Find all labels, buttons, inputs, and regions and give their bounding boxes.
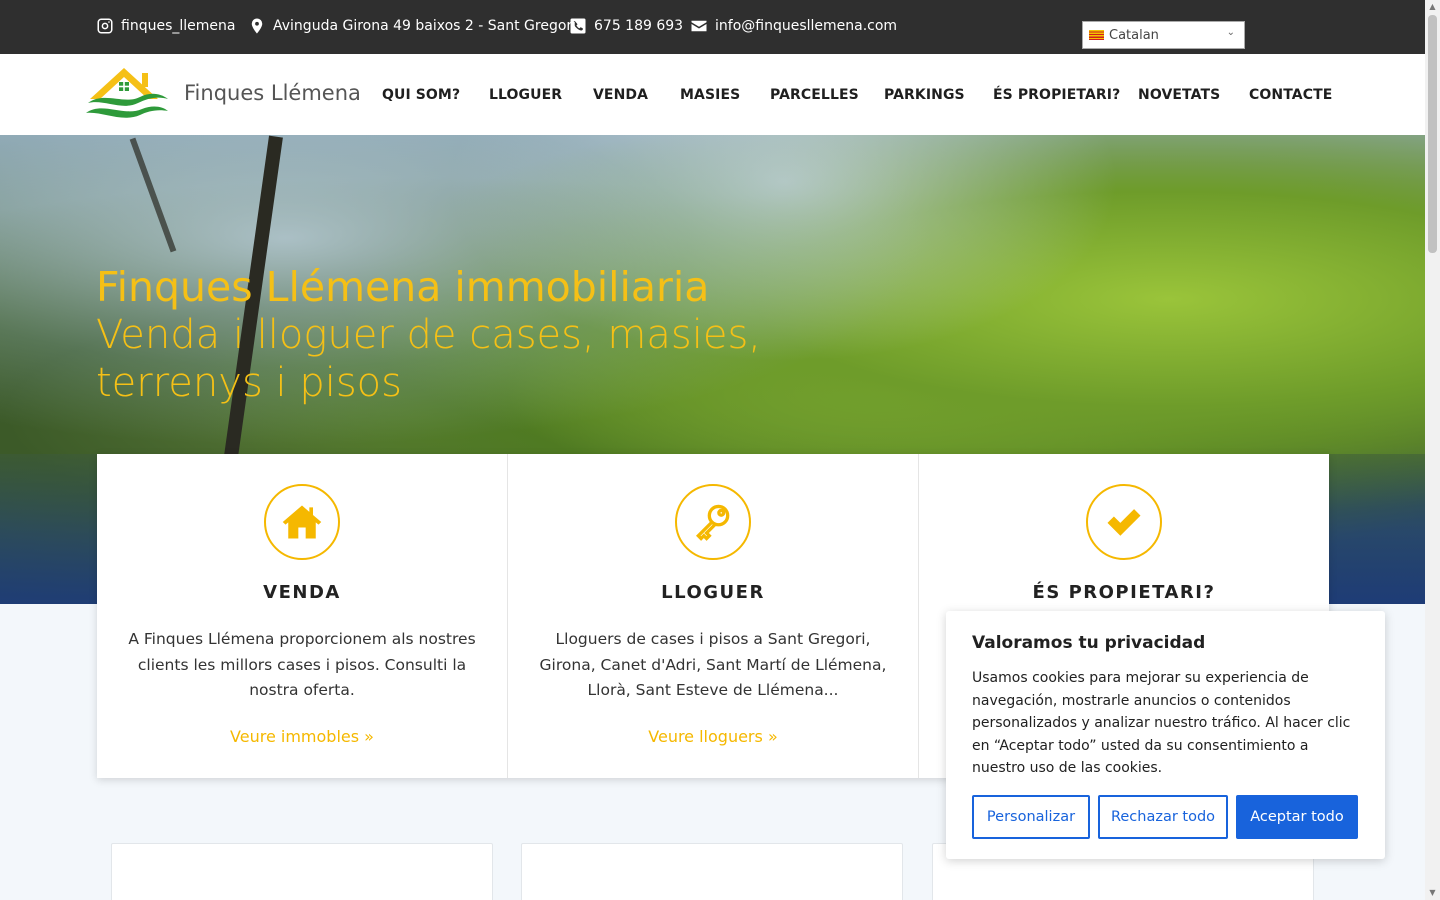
double-chevron-right-icon: » <box>767 727 778 746</box>
service-icon-circle <box>1086 484 1162 560</box>
nav-parcelles[interactable]: PARCELLES <box>770 87 859 103</box>
cookie-text: Usamos cookies para mejorar su experienc… <box>972 670 1351 777</box>
nav-es-propietari[interactable]: ÉS PROPIETARI? <box>993 87 1120 103</box>
accept-all-button[interactable]: Aceptar todo <box>1236 795 1358 839</box>
hero-tree-branch <box>129 137 177 253</box>
service-title: ÉS PROPIETARI? <box>1032 582 1216 603</box>
map-pin-icon <box>251 18 263 34</box>
scroll-down-arrow-icon[interactable]: ▼ <box>1425 886 1440 900</box>
customize-button[interactable]: Personalizar <box>972 795 1090 839</box>
nav-contacte[interactable]: CONTACTE <box>1249 87 1332 103</box>
phone-icon <box>570 18 586 34</box>
hero-subtitle: Venda i lloguer de cases, masies, terren… <box>96 312 762 406</box>
property-card[interactable] <box>521 843 903 900</box>
language-value: Catalan <box>1109 27 1159 43</box>
property-card[interactable] <box>111 843 493 900</box>
nav-venda[interactable]: VENDA <box>593 87 648 103</box>
house-icon <box>282 505 322 539</box>
cookie-consent-banner: Valoramos tu privacidad Usamos cookies p… <box>946 611 1385 859</box>
phone-link[interactable]: 675 189 693 <box>569 17 683 35</box>
address-text: Avinguda Girona 49 baixos 2 - Sant Grego… <box>273 18 577 34</box>
logo[interactable] <box>84 65 170 123</box>
nav-qui-som[interactable]: QUI SOM? <box>382 87 460 103</box>
reject-all-button[interactable]: Rechazar todo <box>1098 795 1228 839</box>
email-address: info@finquesllemena.com <box>715 18 898 34</box>
service-title: VENDA <box>263 582 341 603</box>
cookie-title: Valoramos tu privacidad <box>972 633 1206 653</box>
service-description: A Finques Llémena proporcionem als nostr… <box>128 630 476 699</box>
instagram-icon <box>97 18 113 34</box>
chevron-down-icon: ⌄ <box>1226 27 1235 38</box>
page-scrollbar[interactable]: ▲ ▼ <box>1425 0 1440 900</box>
instagram-handle: finques_llemena <box>121 18 236 34</box>
hero-title: Finques Llémena immobiliaria <box>96 263 710 311</box>
instagram-link[interactable]: finques_llemena <box>96 17 235 35</box>
service-card-lloguer: LLOGUER Lloguers de cases i pisos a Sant… <box>508 454 919 778</box>
brand-name[interactable]: Finques Llémena <box>184 81 361 105</box>
site-header: Finques Llémena QUI SOM? LLOGUER VENDA M… <box>0 54 1425 135</box>
service-link-label: Veure immobles <box>230 727 360 746</box>
top-bar: finques_llemena Avinguda Girona 49 baixo… <box>0 0 1425 54</box>
service-link-label: Veure lloguers <box>648 727 763 746</box>
nav-novetats[interactable]: NOVETATS <box>1138 87 1220 103</box>
address-item: Avinguda Girona 49 baixos 2 - Sant Grego… <box>248 17 576 35</box>
key-icon <box>695 504 730 541</box>
phone-number: 675 189 693 <box>594 18 684 34</box>
envelope-icon <box>691 20 707 32</box>
service-icon-circle <box>675 484 751 560</box>
nav-masies[interactable]: MASIES <box>680 87 740 103</box>
nav-parkings[interactable]: PARKINGS <box>884 87 965 103</box>
double-chevron-right-icon: » <box>364 727 374 746</box>
catalan-flag-icon <box>1089 30 1104 40</box>
service-link-veure-immobles[interactable]: Veure immobles » <box>97 727 507 746</box>
scroll-up-arrow-icon[interactable]: ▲ <box>1425 0 1440 14</box>
email-link[interactable]: info@finquesllemena.com <box>690 17 897 35</box>
service-icon-circle <box>264 484 340 560</box>
check-icon <box>1107 509 1141 536</box>
service-description: Lloguers de cases i pisos a Sant Gregori… <box>539 630 887 699</box>
language-select[interactable]: Catalan ⌄ <box>1082 21 1245 49</box>
service-title: LLOGUER <box>661 582 765 603</box>
service-card-venda: VENDA A Finques Llémena proporcionem als… <box>97 454 508 778</box>
nav-lloguer[interactable]: LLOGUER <box>489 87 562 103</box>
scrollbar-thumb[interactable] <box>1428 15 1437 253</box>
service-link-veure-lloguers[interactable]: Veure lloguers » <box>508 727 918 746</box>
